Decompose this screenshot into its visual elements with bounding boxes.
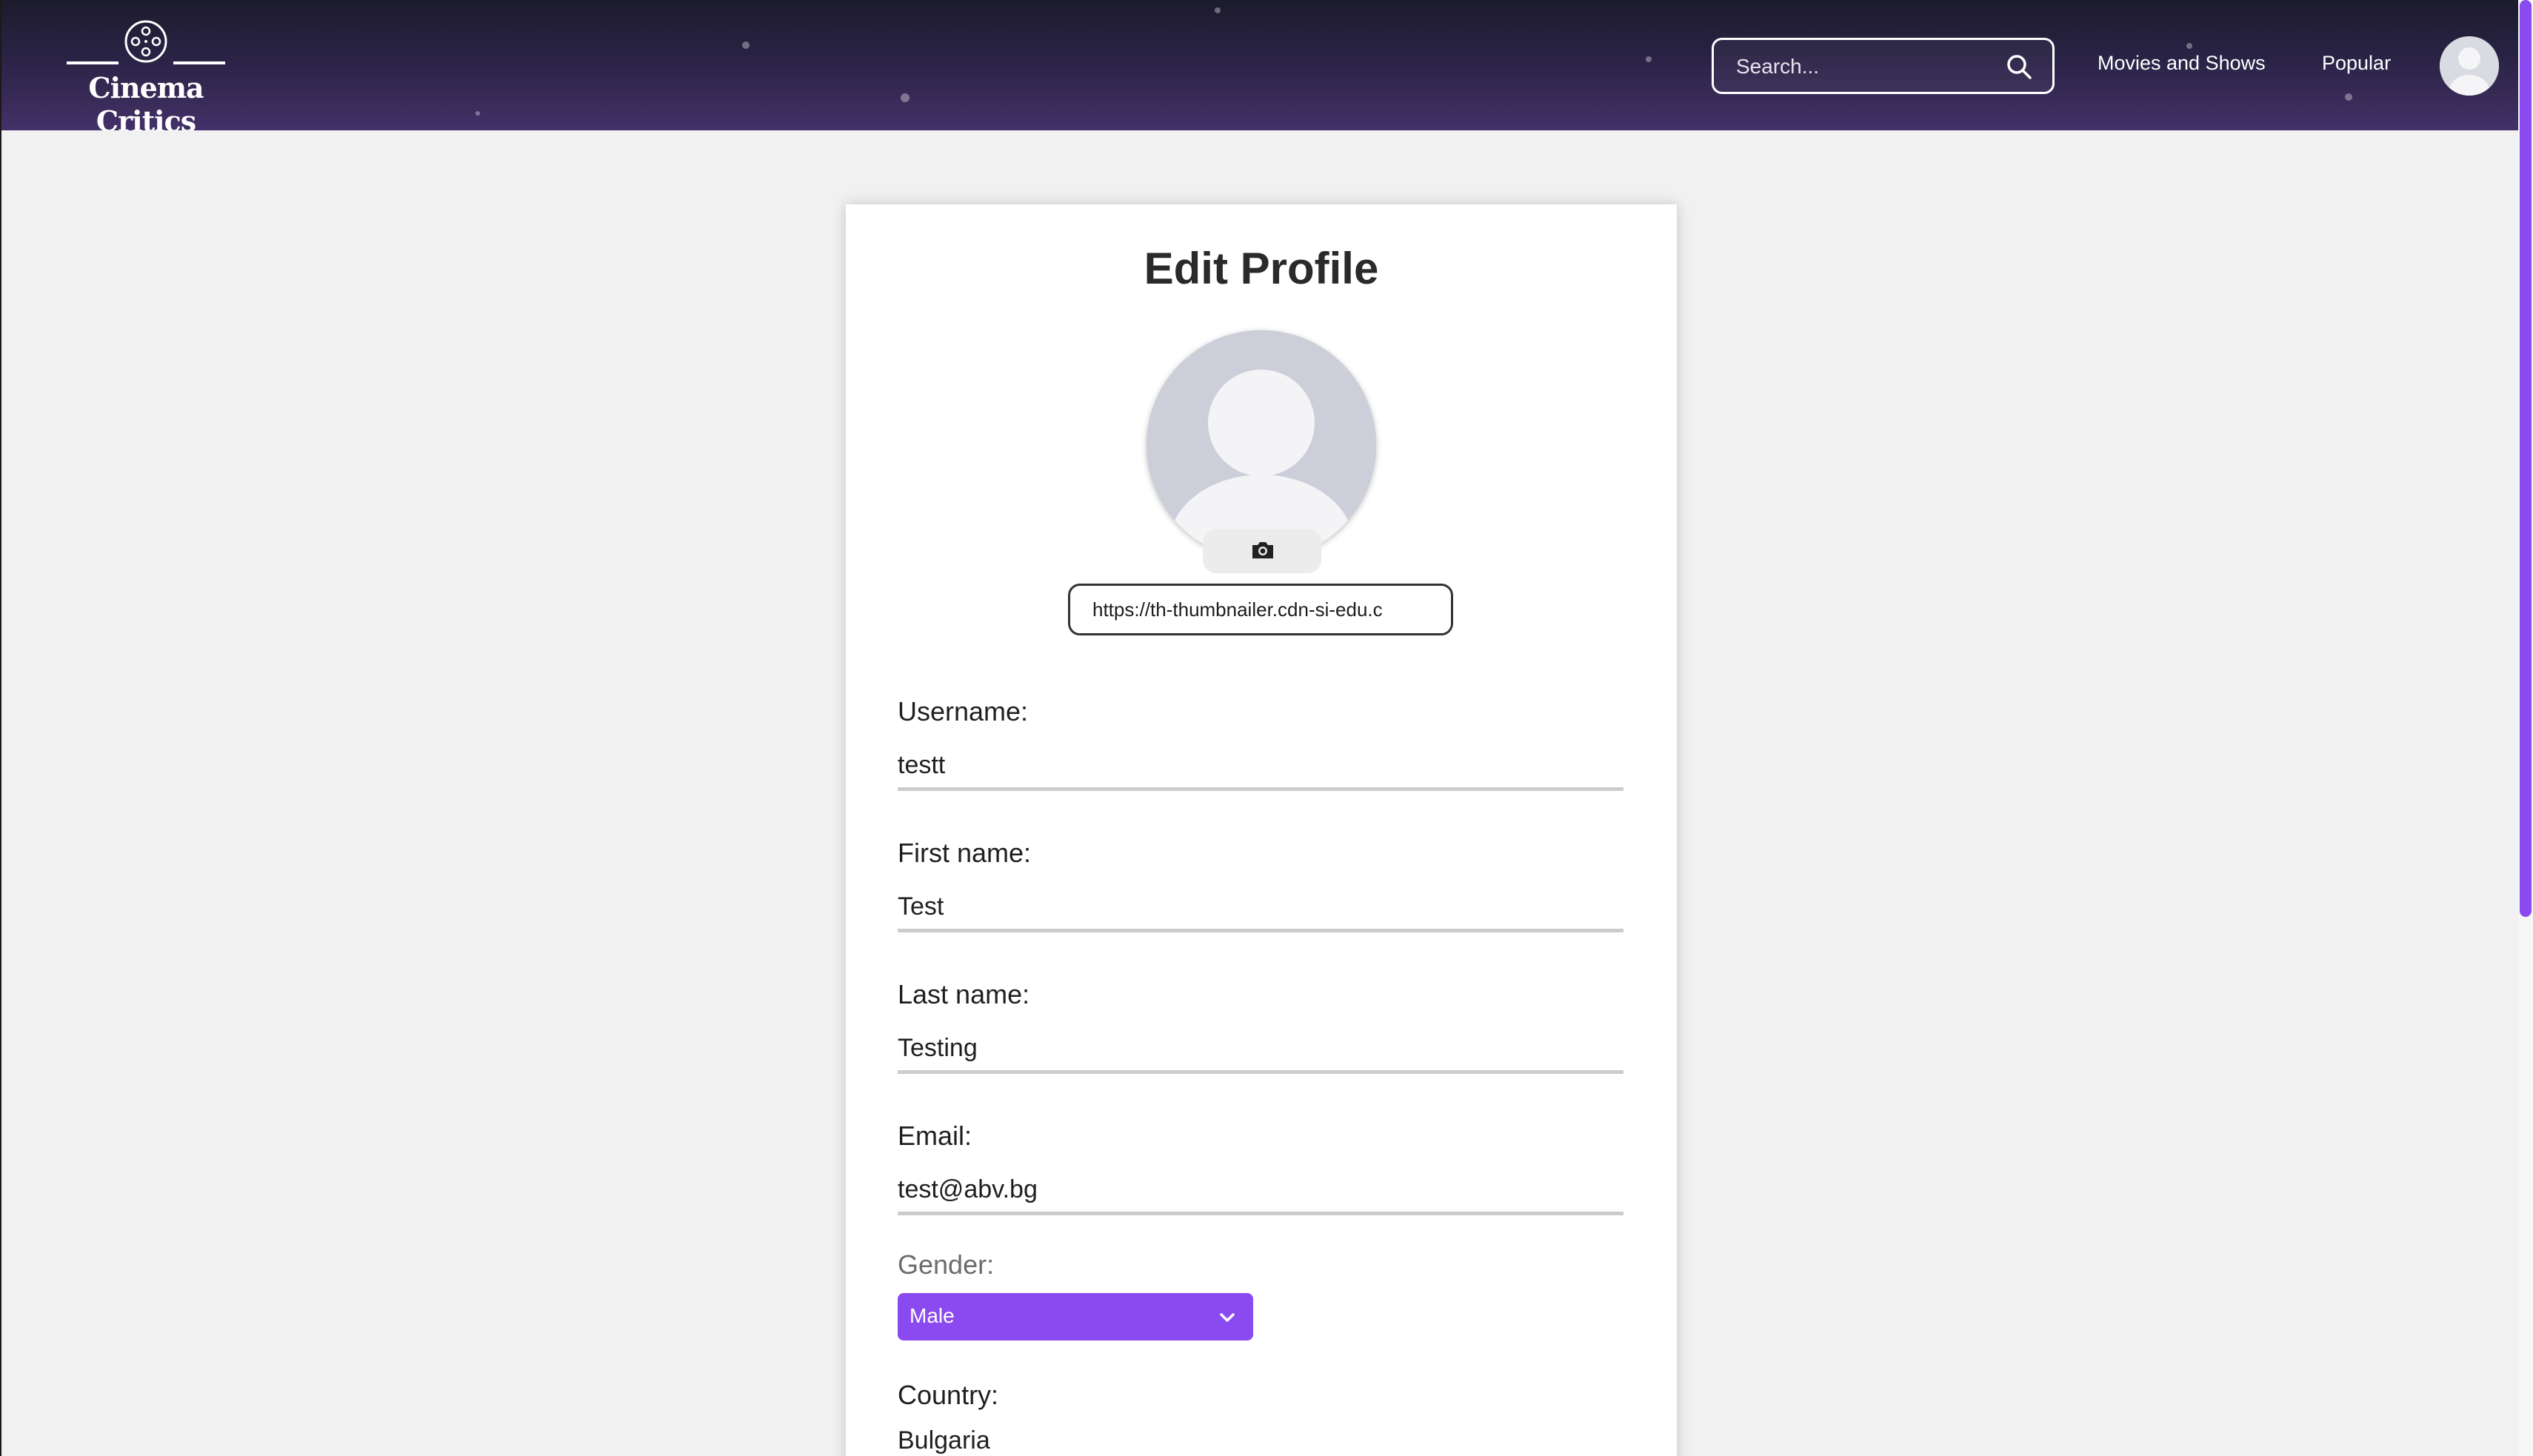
decorative-star	[1646, 56, 1652, 62]
decorative-star	[2186, 43, 2192, 49]
edit-profile-card: Edit Profile Username: First name: Last …	[846, 204, 1677, 1456]
decorative-star	[901, 93, 910, 102]
nav-popular[interactable]: Popular	[2322, 52, 2391, 75]
page-scrollbar[interactable]	[2518, 0, 2533, 1456]
country-label: Country:	[898, 1380, 999, 1410]
site-logo[interactable]: Cinema Critics	[53, 13, 238, 130]
change-photo-button[interactable]	[1203, 529, 1321, 573]
email-label: Email:	[898, 1121, 972, 1151]
username-input[interactable]	[898, 744, 1623, 791]
page-title: Edit Profile	[1144, 244, 1379, 293]
user-avatar-icon	[2440, 36, 2499, 96]
email-input[interactable]	[898, 1168, 1623, 1215]
search-icon[interactable]	[2004, 52, 2034, 81]
gender-label: Gender:	[898, 1249, 995, 1280]
user-avatar-icon	[1147, 330, 1376, 560]
top-navbar: Cinema Critics Movies and Shows Popular	[1, 0, 2518, 130]
decorative-star	[475, 111, 480, 116]
film-reel-icon	[67, 20, 225, 64]
chevron-down-icon	[1220, 1313, 1235, 1322]
scrollbar-thumb[interactable]	[2520, 0, 2532, 917]
gender-selected-value: Male	[910, 1304, 955, 1327]
last-name-label: Last name:	[898, 979, 1030, 1009]
gender-select[interactable]: Male	[898, 1293, 1253, 1340]
decorative-star	[742, 41, 750, 49]
user-avatar-button[interactable]	[2440, 36, 2499, 96]
search-box	[1712, 38, 2055, 94]
last-name-input[interactable]	[898, 1026, 1623, 1074]
search-input[interactable]	[1735, 49, 1986, 84]
camera-icon	[1252, 542, 1273, 558]
profile-picture	[1147, 330, 1376, 560]
first-name-label: First name:	[898, 838, 1032, 868]
app-window: Cinema Critics Movies and Shows Popular …	[0, 0, 2518, 1456]
username-label: Username:	[898, 696, 1029, 727]
country-input[interactable]: Bulgaria	[898, 1426, 990, 1455]
decorative-star	[2345, 93, 2352, 101]
first-name-input[interactable]	[898, 885, 1623, 932]
logo-text: Cinema Critics	[88, 71, 204, 130]
nav-movies-and-shows[interactable]: Movies and Shows	[2098, 52, 2266, 75]
decorative-star	[1215, 7, 1221, 13]
profile-image-url-input[interactable]	[1068, 584, 1453, 635]
